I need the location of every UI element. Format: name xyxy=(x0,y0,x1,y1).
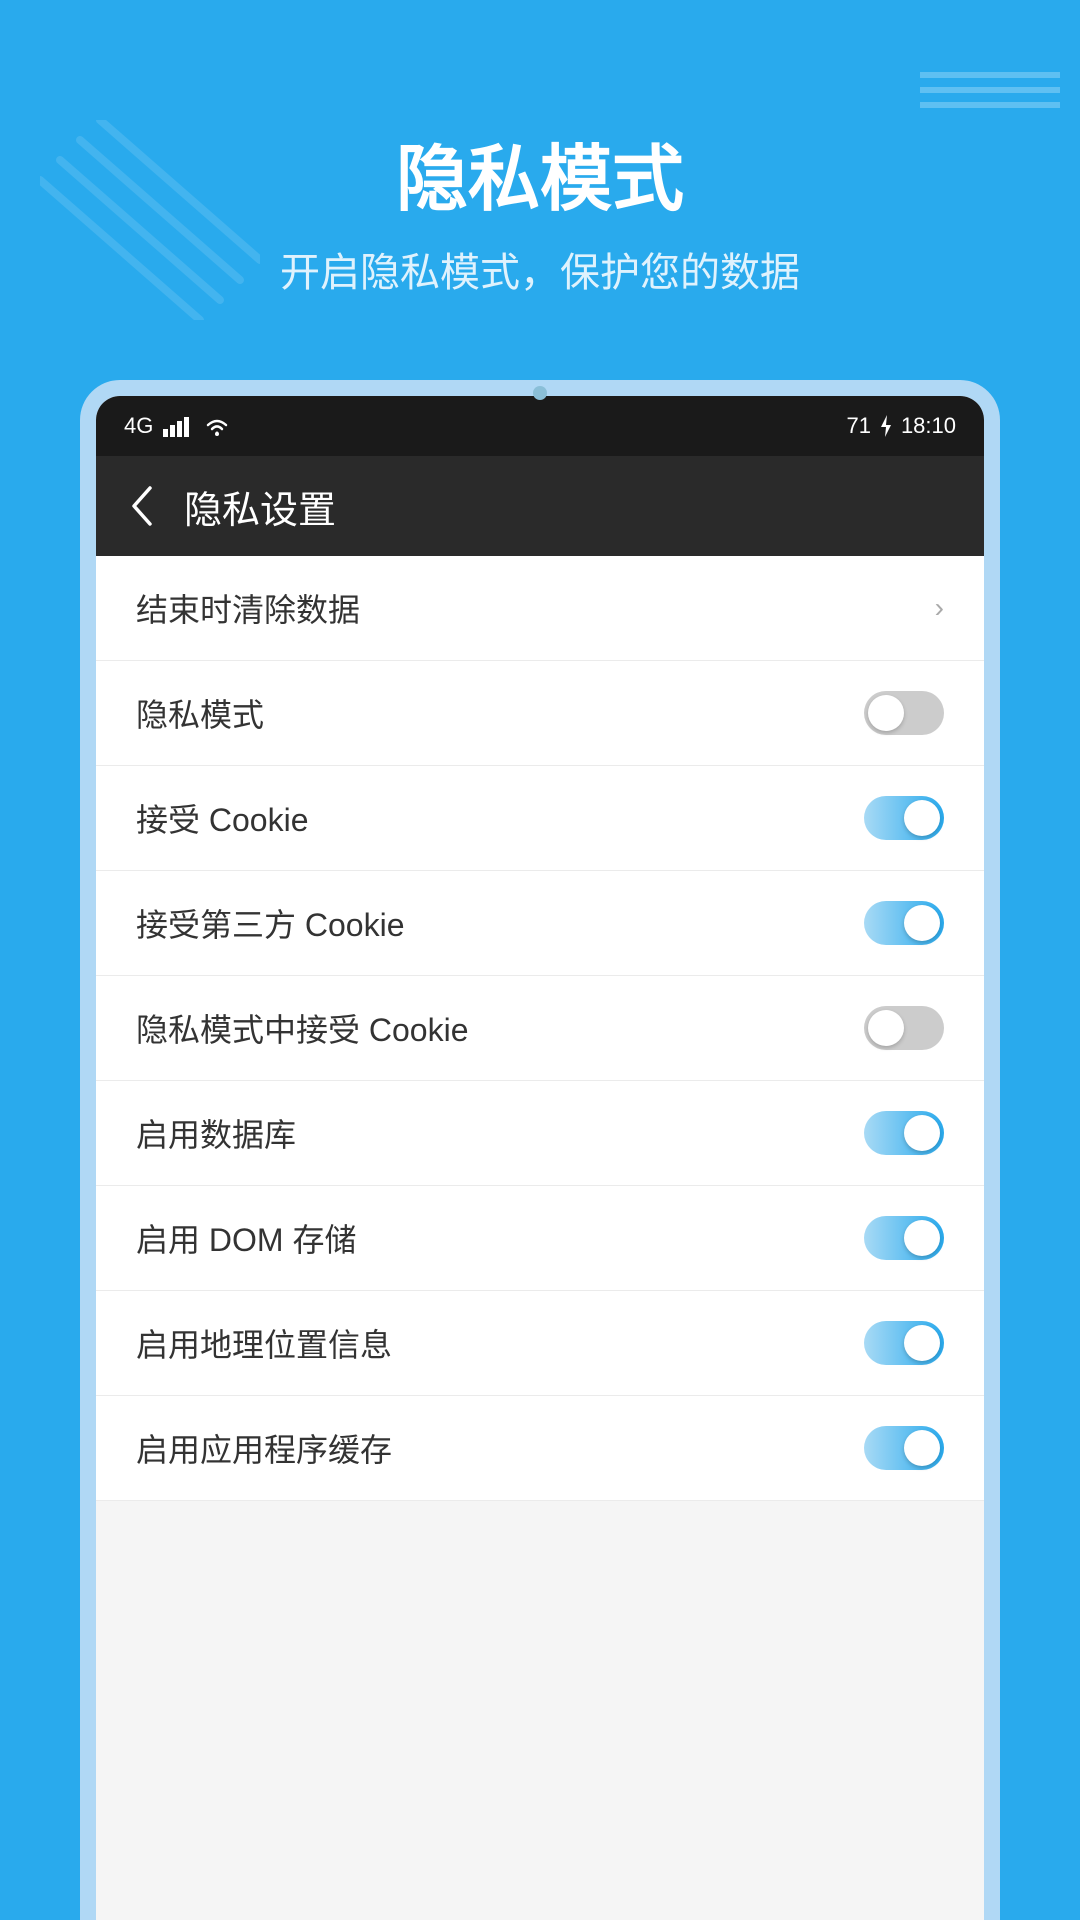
toggle-knob-private-mode xyxy=(868,695,904,731)
arrow-clear-data: › xyxy=(935,592,944,624)
settings-label-private-cookie: 隐私模式中接受 Cookie xyxy=(136,1005,469,1051)
nav-title: 隐私设置 xyxy=(184,479,336,534)
toggle-enable-geolocation[interactable] xyxy=(864,1321,944,1365)
toggle-knob-enable-database xyxy=(904,1115,940,1151)
settings-list: 结束时清除数据 › 隐私模式接受 Cookie 接受第三方 Cookie 隐私模式中接受… xyxy=(96,556,984,1920)
page-subtitle: 开启隐私模式，保护您的数据 xyxy=(0,240,1080,298)
page-title: 隐私模式 xyxy=(0,120,1080,225)
status-bar-right: 71 18:10 xyxy=(846,413,956,439)
settings-item-accept-cookie[interactable]: 接受 Cookie xyxy=(96,766,984,871)
back-arrow-icon xyxy=(128,484,156,528)
toggle-knob-enable-geolocation xyxy=(904,1325,940,1361)
settings-item-private-cookie[interactable]: 隐私模式中接受 Cookie xyxy=(96,976,984,1081)
network-signal: 4G xyxy=(124,413,153,439)
toggle-enable-appcache[interactable] xyxy=(864,1426,944,1470)
settings-label-enable-appcache: 启用应用程序缓存 xyxy=(136,1425,392,1471)
back-button[interactable] xyxy=(128,484,156,528)
time-display: 18:10 xyxy=(901,413,956,439)
toggle-accept-third-party-cookie[interactable] xyxy=(864,901,944,945)
settings-item-accept-third-party-cookie[interactable]: 接受第三方 Cookie xyxy=(96,871,984,976)
settings-label-accept-cookie: 接受 Cookie xyxy=(136,795,309,841)
toggle-accept-cookie[interactable] xyxy=(864,796,944,840)
settings-item-clear-data[interactable]: 结束时清除数据 › xyxy=(96,556,984,661)
battery-percent: 71 xyxy=(846,413,870,439)
toggle-private-cookie[interactable] xyxy=(864,1006,944,1050)
settings-item-enable-appcache[interactable]: 启用应用程序缓存 xyxy=(96,1396,984,1501)
settings-label-enable-geolocation: 启用地理位置信息 xyxy=(136,1320,392,1366)
settings-label-accept-third-party-cookie: 接受第三方 Cookie xyxy=(136,900,405,946)
settings-label-clear-data: 结束时清除数据 xyxy=(136,585,360,631)
wifi-icon xyxy=(203,415,231,437)
camera-dot xyxy=(533,386,547,400)
status-bar-left: 4G xyxy=(124,413,231,439)
settings-label-enable-database: 启用数据库 xyxy=(136,1110,296,1156)
settings-item-private-mode[interactable]: 隐私模式 xyxy=(96,661,984,766)
decorative-lines-right xyxy=(920,60,1060,120)
toggle-knob-accept-third-party-cookie xyxy=(904,905,940,941)
toggle-enable-dom[interactable] xyxy=(864,1216,944,1260)
device-frame: 4G 71 xyxy=(80,380,1000,1920)
settings-label-enable-dom: 启用 DOM 存储 xyxy=(136,1215,356,1261)
settings-item-enable-dom[interactable]: 启用 DOM 存储 xyxy=(96,1186,984,1291)
settings-item-enable-geolocation[interactable]: 启用地理位置信息 xyxy=(96,1291,984,1396)
toggle-enable-database[interactable] xyxy=(864,1111,944,1155)
device-screen: 4G 71 xyxy=(96,396,984,1920)
toggle-private-mode[interactable] xyxy=(864,691,944,735)
signal-bars-icon xyxy=(163,415,193,437)
nav-bar: 隐私设置 xyxy=(96,456,984,556)
toggle-knob-enable-dom xyxy=(904,1220,940,1256)
toggle-knob-private-cookie xyxy=(868,1010,904,1046)
settings-label-private-mode: 隐私模式 xyxy=(136,690,264,736)
toggle-knob-enable-appcache xyxy=(904,1430,940,1466)
charging-icon xyxy=(879,415,893,437)
toggle-knob-accept-cookie xyxy=(904,800,940,836)
status-bar: 4G 71 xyxy=(96,396,984,456)
settings-item-enable-database[interactable]: 启用数据库 xyxy=(96,1081,984,1186)
